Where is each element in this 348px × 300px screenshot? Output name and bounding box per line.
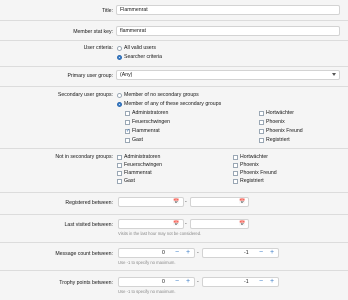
radio-any-secondary-label[interactable]: Member of any of these secondary groups bbox=[124, 101, 221, 108]
plus-icon[interactable]: + bbox=[267, 249, 277, 257]
registered-between-label: Registered between: bbox=[65, 200, 113, 206]
radio-all-users[interactable] bbox=[117, 46, 122, 51]
minus-icon[interactable]: − bbox=[172, 278, 182, 286]
title-label: Title: bbox=[101, 8, 113, 14]
message-count-min-value: 0 bbox=[162, 250, 165, 256]
label-sec-flammenrat: Flammenrat bbox=[132, 128, 160, 134]
checkbox-not-hortwaechter[interactable] bbox=[233, 155, 238, 160]
radio-any-secondary[interactable] bbox=[117, 102, 122, 107]
checkbox-not-gast[interactable] bbox=[117, 179, 122, 184]
trophy-points-label: Trophy points between: bbox=[59, 280, 113, 286]
trophy-points-max[interactable]: -1 − + bbox=[202, 277, 279, 287]
checkbox-sec-flammenrat[interactable] bbox=[125, 128, 130, 134]
last-visited-to-input[interactable]: 📅 bbox=[190, 219, 249, 229]
label-sec-phoenix: Phoenix bbox=[266, 119, 285, 125]
label-not-administratoren: Administratoren bbox=[124, 154, 161, 160]
minus-icon[interactable]: − bbox=[256, 278, 266, 286]
registered-from-input[interactable]: 📅 bbox=[118, 197, 184, 207]
checkbox-sec-registriert[interactable] bbox=[259, 138, 264, 143]
not-secondary-label: Not in secondary groups: bbox=[55, 154, 113, 160]
primary-group-select[interactable]: (Any) bbox=[116, 70, 340, 80]
secondary-groups-row: Secondary user groups: Member of no seco… bbox=[0, 91, 348, 151]
message-count-min[interactable]: 0 − + bbox=[118, 248, 195, 258]
label-not-phoenix: Phoenix bbox=[240, 162, 259, 168]
label-not-registriert: Registriert bbox=[240, 178, 264, 184]
last-visited-hint: Visits in the last hour may not be consi… bbox=[118, 231, 202, 236]
last-visited-from-input[interactable]: 📅 bbox=[118, 219, 184, 229]
calendar-icon[interactable]: 📅 bbox=[173, 220, 180, 228]
primary-group-label: Primary user group: bbox=[67, 73, 113, 79]
label-not-phoenix-freund: Phoenix Freund bbox=[240, 170, 277, 176]
member-stat-key-label: Member stat key: bbox=[73, 29, 113, 35]
checkbox-sec-administratoren[interactable] bbox=[125, 111, 130, 116]
plus-icon[interactable]: + bbox=[183, 278, 193, 286]
plus-icon[interactable]: + bbox=[183, 249, 193, 257]
not-secondary-row: Not in secondary groups: Administratoren… bbox=[0, 153, 348, 193]
label-not-gast: Gast bbox=[124, 178, 135, 184]
minus-icon[interactable]: − bbox=[256, 249, 266, 257]
checkbox-sec-phoenix[interactable] bbox=[259, 120, 264, 125]
message-count-hint: Use -1 to specify no maximum. bbox=[118, 260, 176, 265]
title-input[interactable]: Flammenrat bbox=[116, 5, 340, 15]
minus-icon[interactable]: − bbox=[172, 249, 182, 257]
label-sec-feuerschwingen: Feuerschwingen bbox=[132, 119, 171, 125]
secondary-groups-label: Secondary user groups: bbox=[57, 92, 113, 98]
member-stat-key-input[interactable]: flammenrat bbox=[116, 26, 340, 36]
checkbox-not-flammenrat[interactable] bbox=[117, 171, 122, 176]
checkbox-not-registriert[interactable] bbox=[233, 179, 238, 184]
registered-between-row: Registered between: 📅 - 📅 bbox=[0, 197, 348, 209]
message-count-label: Message count between: bbox=[55, 251, 113, 257]
label-not-feuerschwingen: Feuerschwingen bbox=[124, 162, 163, 168]
trophy-points-min[interactable]: 0 − + bbox=[118, 277, 195, 287]
label-sec-hortwaechter: Hortwächter bbox=[266, 110, 294, 116]
trophy-points-sep: - bbox=[197, 279, 199, 285]
checkbox-not-phoenix-freund[interactable] bbox=[233, 171, 238, 176]
radio-search-criteria-label[interactable]: Searcher criteria bbox=[124, 54, 162, 61]
radio-no-secondary-label[interactable]: Member of no secondary groups bbox=[124, 92, 199, 99]
checkbox-sec-feuerschwingen[interactable] bbox=[125, 120, 130, 125]
radio-search-criteria[interactable] bbox=[117, 55, 122, 60]
user-criteria-row: User criteria: All valid users Searcher … bbox=[0, 44, 348, 64]
label-sec-phoenix-freund: Phoenix Freund bbox=[266, 128, 303, 134]
checkbox-not-phoenix[interactable] bbox=[233, 163, 238, 168]
trophy-points-min-value: 0 bbox=[162, 279, 165, 285]
calendar-icon[interactable]: 📅 bbox=[239, 220, 246, 228]
calendar-icon[interactable]: 📅 bbox=[173, 198, 180, 206]
primary-group-value: (Any) bbox=[120, 72, 133, 78]
checkbox-not-feuerschwingen[interactable] bbox=[117, 163, 122, 168]
label-sec-administratoren: Administratoren bbox=[132, 110, 169, 116]
registered-sep: - bbox=[185, 199, 187, 205]
message-count-max[interactable]: -1 − + bbox=[202, 248, 279, 258]
calendar-icon[interactable]: 📅 bbox=[239, 198, 246, 206]
checkbox-sec-hortwaechter[interactable] bbox=[259, 111, 264, 116]
member-stat-key-row: Member stat key: flammenrat bbox=[0, 26, 348, 38]
title-row: Title: Flammenrat bbox=[0, 5, 348, 17]
label-sec-gast: Gast bbox=[132, 137, 143, 143]
radio-no-secondary[interactable] bbox=[117, 93, 122, 98]
trophy-points-max-value: -1 bbox=[244, 279, 249, 285]
radio-all-users-label[interactable]: All valid users bbox=[124, 45, 156, 52]
primary-group-row: Primary user group: (Any) bbox=[0, 70, 348, 82]
registered-to-input[interactable]: 📅 bbox=[190, 197, 249, 207]
chevron-down-icon bbox=[332, 73, 336, 76]
trophy-points-row: Trophy points between: 0 − + - -1 − + Us… bbox=[0, 277, 348, 297]
last-visited-sep: - bbox=[185, 221, 187, 227]
label-sec-registriert: Registriert bbox=[266, 137, 290, 143]
checkbox-sec-phoenix-freund[interactable] bbox=[259, 129, 264, 134]
checkbox-not-administratoren[interactable] bbox=[117, 155, 122, 160]
message-count-max-value: -1 bbox=[244, 250, 249, 256]
label-not-flammenrat: Flammenrat bbox=[124, 170, 152, 176]
label-not-hortwaechter: Hortwächter bbox=[240, 154, 268, 160]
plus-icon[interactable]: + bbox=[267, 278, 277, 286]
last-visited-row: Last visited between: 📅 - 📅 Visits in th… bbox=[0, 219, 348, 239]
message-count-row: Message count between: 0 − + - -1 − + Us… bbox=[0, 248, 348, 268]
last-visited-label: Last visited between: bbox=[64, 222, 113, 228]
trophy-points-hint: Use -1 to specify no maximum. bbox=[118, 289, 176, 294]
user-criteria-label: User criteria: bbox=[83, 45, 113, 51]
message-count-sep: - bbox=[197, 250, 199, 256]
checkbox-sec-gast[interactable] bbox=[125, 138, 130, 143]
